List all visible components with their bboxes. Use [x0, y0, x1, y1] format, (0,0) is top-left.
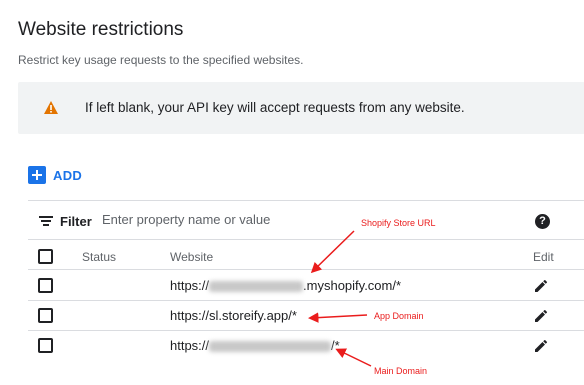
arrow-main	[335, 348, 372, 367]
annotation-main-domain: Main Domain	[374, 366, 428, 376]
row-divider	[28, 269, 584, 270]
filter-bar: Filter ?	[28, 200, 584, 240]
pencil-icon[interactable]	[533, 308, 549, 324]
filter-input[interactable]	[102, 212, 502, 227]
website-value: https:// .myshopify.com/*	[170, 278, 401, 293]
section-title: Website restrictions	[18, 19, 184, 40]
row-checkbox[interactable]	[38, 278, 53, 293]
filter-label: Filter	[60, 214, 92, 229]
annotation-shopify-store-url: Shopify Store URL	[361, 218, 436, 228]
row-divider	[28, 330, 584, 331]
help-icon[interactable]: ?	[535, 214, 550, 229]
website-prefix: https://	[170, 278, 210, 293]
select-all-checkbox[interactable]	[38, 249, 53, 264]
arrow-app	[308, 312, 368, 323]
warning-icon	[44, 101, 58, 114]
website-value: https://sl.storeify.app/*	[170, 308, 297, 323]
warning-banner: If left blank, your API key will accept …	[18, 82, 584, 134]
add-button[interactable]: ADD	[28, 166, 82, 184]
website-suffix: /*	[331, 338, 340, 353]
website-suffix: .myshopify.com/*	[303, 278, 402, 293]
annotation-app-domain: App Domain	[374, 311, 424, 321]
row-checkbox[interactable]	[38, 338, 53, 353]
column-header-website[interactable]: Website	[170, 250, 213, 264]
website-prefix: https://sl.storeify.app/*	[170, 308, 297, 323]
add-button-label: ADD	[53, 167, 83, 183]
website-prefix: https://	[170, 338, 210, 353]
filter-icon[interactable]	[39, 216, 53, 226]
row-divider	[28, 300, 584, 301]
website-value: https:// /*	[170, 338, 340, 353]
plus-icon	[28, 166, 46, 184]
column-header-edit: Edit	[533, 250, 554, 264]
pencil-icon[interactable]	[533, 278, 549, 294]
redacted-text	[209, 341, 332, 353]
section-subtitle: Restrict key usage requests to the speci…	[18, 53, 304, 67]
row-checkbox[interactable]	[38, 308, 53, 323]
redacted-text	[209, 281, 304, 293]
warning-text: If left blank, your API key will accept …	[85, 100, 465, 115]
column-header-status[interactable]: Status	[82, 250, 116, 264]
pencil-icon[interactable]	[533, 338, 549, 354]
